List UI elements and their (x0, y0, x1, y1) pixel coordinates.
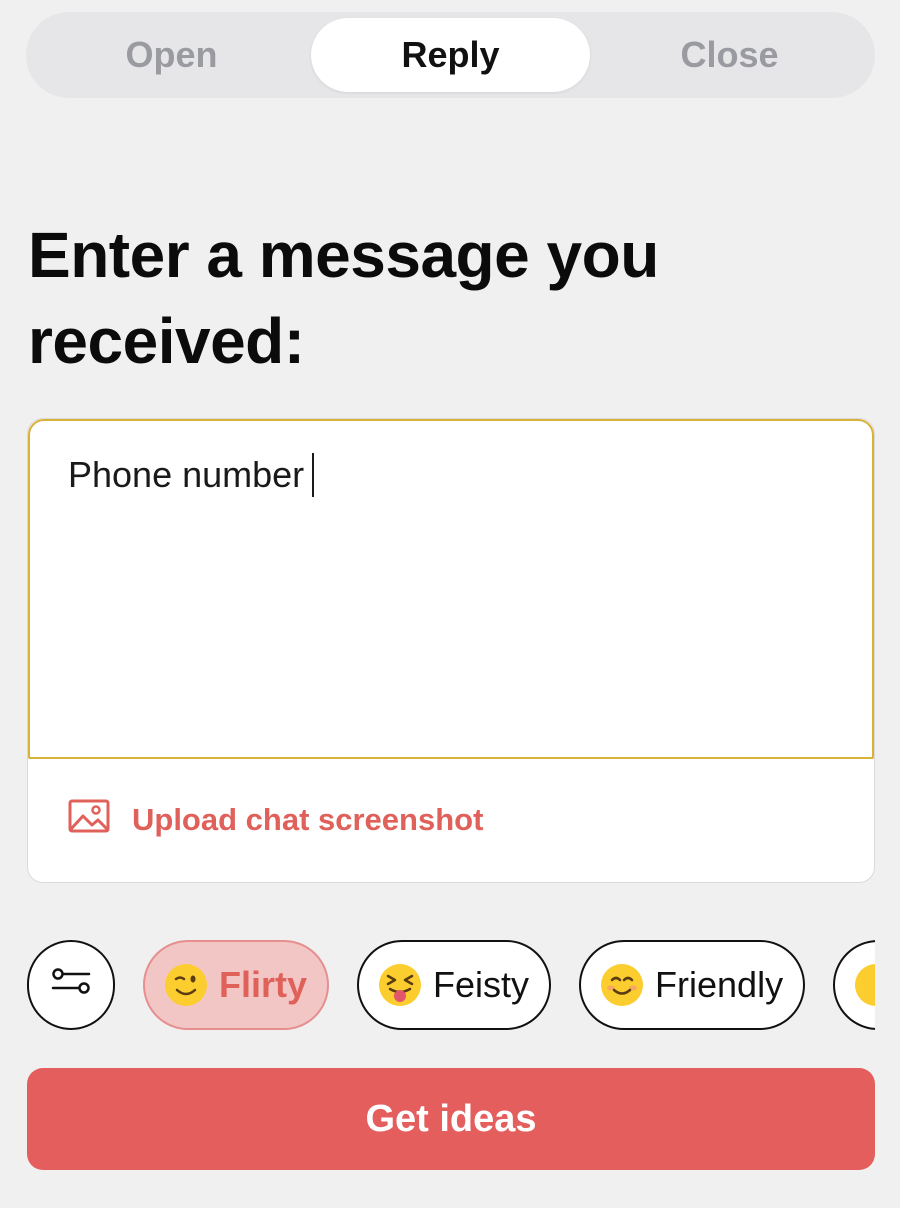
upload-screenshot-button[interactable]: Upload chat screenshot (68, 799, 483, 841)
message-card: Phone number Upload chat screenshot (27, 418, 875, 883)
chip-friendly-label: Friendly (655, 964, 784, 1005)
get-ideas-button[interactable]: Get ideas (27, 1068, 875, 1170)
page-title: Enter a message you received: (28, 219, 659, 377)
winking-face-icon (165, 964, 207, 1006)
smiling-face-icon (601, 964, 644, 1006)
tab-close[interactable]: Close (590, 18, 869, 92)
tab-reply[interactable]: Reply (311, 18, 590, 92)
chip-flirty[interactable]: Flirty (143, 940, 330, 1030)
message-input-value: Phone number (68, 454, 305, 495)
chip-feisty[interactable]: Feisty (357, 940, 552, 1030)
mode-tabs: Open Reply Close (26, 12, 875, 98)
chip-friendly[interactable]: Friendly (579, 940, 806, 1030)
upload-screenshot-label: Upload chat screenshot (132, 802, 484, 837)
chip-flirty-label: Flirty (219, 964, 308, 1005)
sliders-icon (49, 964, 93, 1007)
squinting-face-with-tongue-icon (379, 964, 422, 1006)
tone-settings-button[interactable] (27, 940, 115, 1030)
tab-open[interactable]: Open (32, 18, 311, 92)
chip-feisty-label: Feisty (433, 964, 530, 1005)
tone-chips: Flirty Feisty Friendly (27, 940, 875, 1030)
message-input[interactable]: Phone number (28, 419, 874, 759)
message-input-value-wrap: Phone number (68, 453, 315, 497)
text-caret (312, 453, 315, 497)
chip-partial[interactable] (833, 940, 875, 1030)
image-icon (68, 799, 132, 841)
emoji-icon (855, 964, 875, 1006)
